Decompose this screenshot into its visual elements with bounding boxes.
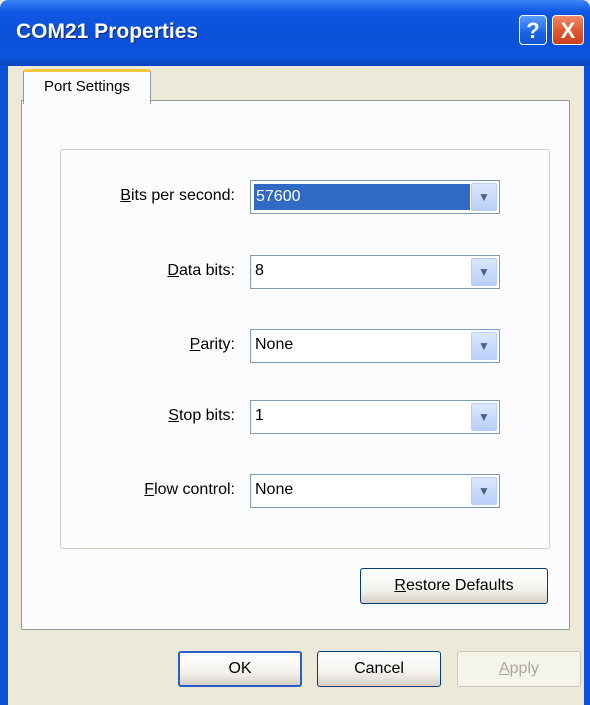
stop-bits-value: 1 [255,407,264,424]
stop-bits-mnemonic: S [168,407,179,424]
flow-control-value: None [255,481,294,498]
flow-control-mnemonic: F [144,481,155,498]
flow-control-label: Flow control: [144,481,235,499]
chevron-down-icon[interactable]: ▼ [471,258,497,286]
stop-bits-label-text: top bits: [178,407,235,424]
flow-control-select[interactable]: None ▼ [250,474,500,508]
window-frame-right [584,66,590,705]
bits-per-second-label-text: its per second: [130,187,235,204]
tab-port-settings[interactable]: Port Settings [23,69,151,104]
data-bits-mnemonic: D [167,262,179,279]
chevron-down-icon[interactable]: ▼ [471,332,497,360]
bits-per-second-value: 57600 [254,184,470,210]
ok-button[interactable]: OK [178,651,302,687]
parity-label: Parity: [190,336,235,354]
parity-select[interactable]: None ▼ [250,329,500,363]
bits-per-second-mnemonic: B [120,187,131,204]
apply-label-text: pply [509,660,540,677]
data-bits-value: 8 [255,262,264,279]
apply-mnemonic: A [498,660,510,677]
close-button[interactable]: X [552,15,584,45]
chevron-down-icon[interactable]: ▼ [471,403,497,431]
parity-value: None [255,336,294,353]
title-bar[interactable]: COM21 Properties ? X [0,0,590,66]
parity-mnemonic: P [189,336,201,353]
properties-dialog: COM21 Properties ? X Port Settings Bits … [0,0,590,705]
apply-button[interactable]: Apply [457,651,581,687]
restore-label-text: estore Defaults [405,577,514,594]
restore-mnemonic: R [394,577,406,594]
window-title: COM21 Properties [16,20,199,43]
help-button[interactable]: ? [519,15,547,45]
window-frame-left [0,66,8,705]
data-bits-label: Data bits: [167,262,235,280]
bits-per-second-select[interactable]: 57600 ▼ [250,180,500,214]
data-bits-select[interactable]: 8 ▼ [250,255,500,289]
parity-label-text: arity: [200,336,235,353]
stop-bits-select[interactable]: 1 ▼ [250,400,500,434]
chevron-down-icon[interactable]: ▼ [471,183,497,211]
cancel-button[interactable]: Cancel [317,651,441,687]
bits-per-second-label: Bits per second: [120,187,235,205]
stop-bits-label: Stop bits: [168,407,235,425]
restore-defaults-button[interactable]: Restore Defaults [360,568,548,604]
flow-control-label-text: low control: [154,481,235,498]
chevron-down-icon[interactable]: ▼ [471,477,497,505]
data-bits-label-text: ata bits: [178,262,235,279]
